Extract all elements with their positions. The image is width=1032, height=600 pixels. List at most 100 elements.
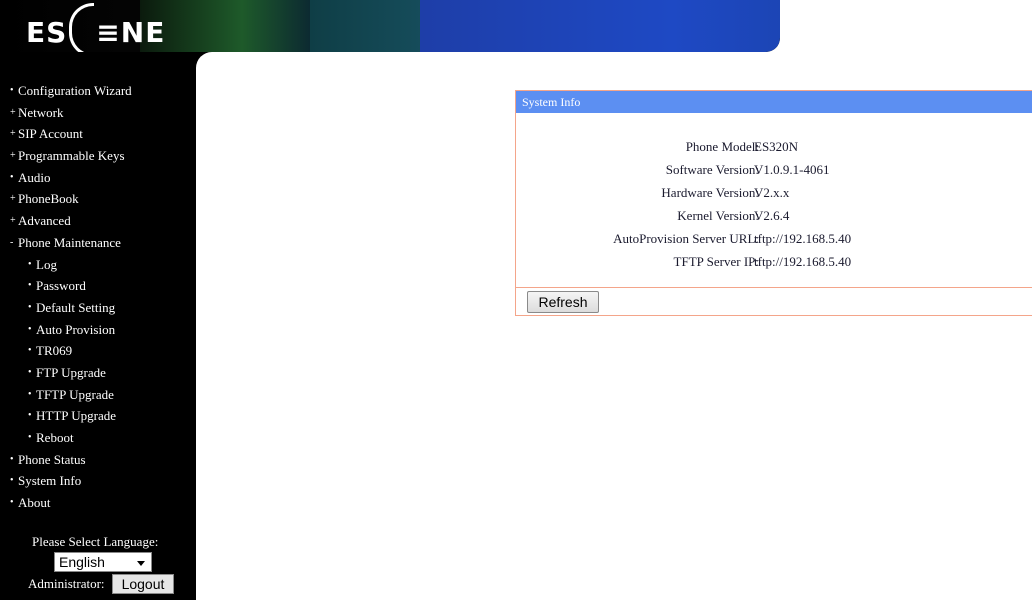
sidebar-item-label: TFTP Upgrade	[36, 386, 114, 402]
sidebar-item-label: Network	[18, 104, 64, 120]
sidebar-item-label: Auto Provision	[36, 321, 116, 337]
language-label: Please Select Language:	[32, 534, 159, 549]
escene-logo: ES ≡ NE	[26, 3, 166, 52]
sidebar-menu: • Configuration Wizard + Network + SIP Accoun…	[10, 80, 132, 514]
sidebar-item-ftp-upgrade[interactable]: • FTP Upgrade	[10, 362, 132, 384]
sidebar-item-label: Advanced	[18, 213, 71, 229]
sidebar-item-programmable-keys[interactable]: + Programmable Keys	[10, 145, 132, 167]
bullet-icon: •	[28, 345, 32, 357]
info-label: TFTP Server IP:	[673, 254, 759, 269]
sidebar-item-default-setting[interactable]: • Default Setting	[10, 297, 132, 319]
sidebar-item-label: Default Setting	[36, 299, 116, 315]
administrator-label: Administrator:	[28, 576, 105, 591]
bullet-icon: +	[10, 215, 16, 227]
sidebar-item-label: Reboot	[36, 430, 74, 445]
logo-text-left: ES	[26, 15, 68, 49]
header-green-band	[140, 0, 310, 52]
info-label: AutoProvision Server URL:	[613, 231, 759, 246]
content-corner	[196, 52, 212, 68]
info-row: Kernel Version: V2.6.4	[516, 208, 1032, 231]
sidebar-item-label: Password	[36, 278, 86, 294]
sidebar-item-reboot[interactable]: • Reboot	[10, 427, 132, 449]
sidebar-item-label: HTTP Upgrade	[36, 408, 117, 424]
info-value: tftp://192.168.5.40	[754, 231, 852, 246]
header-blue-band	[420, 0, 780, 52]
bullet-icon: •	[10, 453, 14, 465]
sidebar-item-phone-maintenance[interactable]: - Phone Maintenance	[10, 232, 132, 254]
header-teal-band	[310, 0, 430, 52]
info-value: ES320N	[754, 139, 799, 154]
sidebar-item-label: System Info	[18, 473, 82, 489]
sidebar-item-phone-status[interactable]: • Phone Status	[10, 449, 132, 471]
info-label: Kernel Version:	[677, 208, 759, 223]
info-value: V2.6.4	[754, 208, 790, 223]
bullet-icon: •	[28, 258, 32, 270]
sidebar-item-label: TR069	[36, 343, 73, 359]
sidebar-item-audio[interactable]: • Audio	[10, 167, 132, 189]
sidebar-item-tftp-upgrade[interactable]: • TFTP Upgrade	[10, 384, 132, 406]
bullet-icon: +	[10, 106, 16, 118]
panel-divider	[516, 287, 1032, 288]
sidebar-item-sip-account[interactable]: + SIP Account	[10, 123, 132, 145]
bullet-icon: +	[10, 150, 16, 162]
info-row: Phone Model: ES320N	[516, 139, 1032, 162]
bullet-icon: •	[28, 323, 32, 335]
sidebar-item-label: Phone Status	[18, 451, 86, 467]
bullet-icon: •	[28, 301, 32, 313]
sidebar-item-label: Phone Maintenance	[18, 234, 121, 250]
bullet-icon: •	[10, 171, 14, 183]
info-value: V1.0.9.1-4061	[754, 162, 830, 177]
sidebar-item-label: Configuration Wizard	[18, 83, 132, 98]
info-rows: Phone Model: ES320N Software Version: V1.0.…	[516, 139, 1032, 277]
sidebar: • Configuration Wizard + Network + SIP Accoun…	[0, 52, 196, 600]
sidebar-item-label: Audio	[18, 169, 51, 185]
chevron-down-icon	[137, 561, 145, 566]
sidebar-item-label: FTP Upgrade	[36, 364, 106, 380]
bullet-icon: •	[28, 410, 32, 422]
sidebar-item-label: PhoneBook	[18, 191, 79, 207]
sidebar-item-about[interactable]: • About	[10, 492, 132, 514]
sidebar-item-phonebook[interactable]: + PhoneBook	[10, 188, 132, 210]
logout-button[interactable]: Logout	[112, 574, 174, 594]
bullet-icon: -	[10, 236, 14, 248]
logo-c-shape	[69, 3, 95, 52]
sidebar-item-network[interactable]: + Network	[10, 102, 132, 124]
language-select-value: English	[59, 554, 105, 570]
panel-title: System Info	[516, 91, 1032, 113]
sidebar-item-label: About	[18, 495, 51, 511]
system-info-panel: System Info Phone Model: ES320N Software V…	[515, 90, 1032, 316]
bullet-icon: •	[28, 432, 32, 443]
info-row: Hardware Version: V2.x.x	[516, 185, 1032, 208]
bullet-icon: +	[10, 128, 16, 140]
sidebar-item-auto-provision[interactable]: • Auto Provision	[10, 319, 132, 341]
bullet-icon: •	[28, 388, 32, 400]
sidebar-item-log[interactable]: • Log	[10, 254, 132, 276]
language-select[interactable]: English	[54, 552, 152, 572]
bullet-icon: +	[10, 193, 16, 205]
bullet-icon: •	[28, 366, 32, 378]
info-label: Phone Model:	[685, 139, 759, 154]
logo-text-right: NE	[120, 15, 166, 49]
sidebar-item-system-info[interactable]: • System Info	[10, 470, 132, 492]
info-value: tftp://192.168.5.40	[754, 254, 852, 269]
header-banner: ES ≡ NE	[0, 0, 780, 52]
info-value: V2.x.x	[754, 185, 790, 200]
sidebar-item-label: Programmable Keys	[18, 148, 125, 164]
sidebar-item-label: SIP Account	[18, 126, 83, 142]
bullet-icon: •	[10, 497, 14, 509]
sidebar-item-advanced[interactable]: + Advanced	[10, 210, 132, 232]
sidebar-item-http-upgrade[interactable]: • HTTP Upgrade	[10, 405, 132, 427]
bullet-icon: •	[28, 280, 32, 292]
info-row: TFTP Server IP: tftp://192.168.5.40	[516, 254, 1032, 277]
sidebar-item-label: Log	[36, 256, 57, 272]
bullet-icon: •	[10, 85, 14, 96]
bullet-icon: •	[10, 475, 14, 487]
sidebar-item-tr069[interactable]: • TR069	[10, 340, 132, 362]
info-label: Software Version:	[665, 162, 759, 177]
info-row: Software Version: V1.0.9.1-4061	[516, 162, 1032, 185]
logo-middle: ≡	[96, 15, 121, 49]
refresh-button[interactable]: Refresh	[527, 291, 599, 313]
sidebar-item-configuration-wizard[interactable]: • Configuration Wizard	[10, 80, 132, 102]
sidebar-item-password[interactable]: • Password	[10, 275, 132, 297]
info-label: Hardware Version:	[661, 185, 759, 200]
